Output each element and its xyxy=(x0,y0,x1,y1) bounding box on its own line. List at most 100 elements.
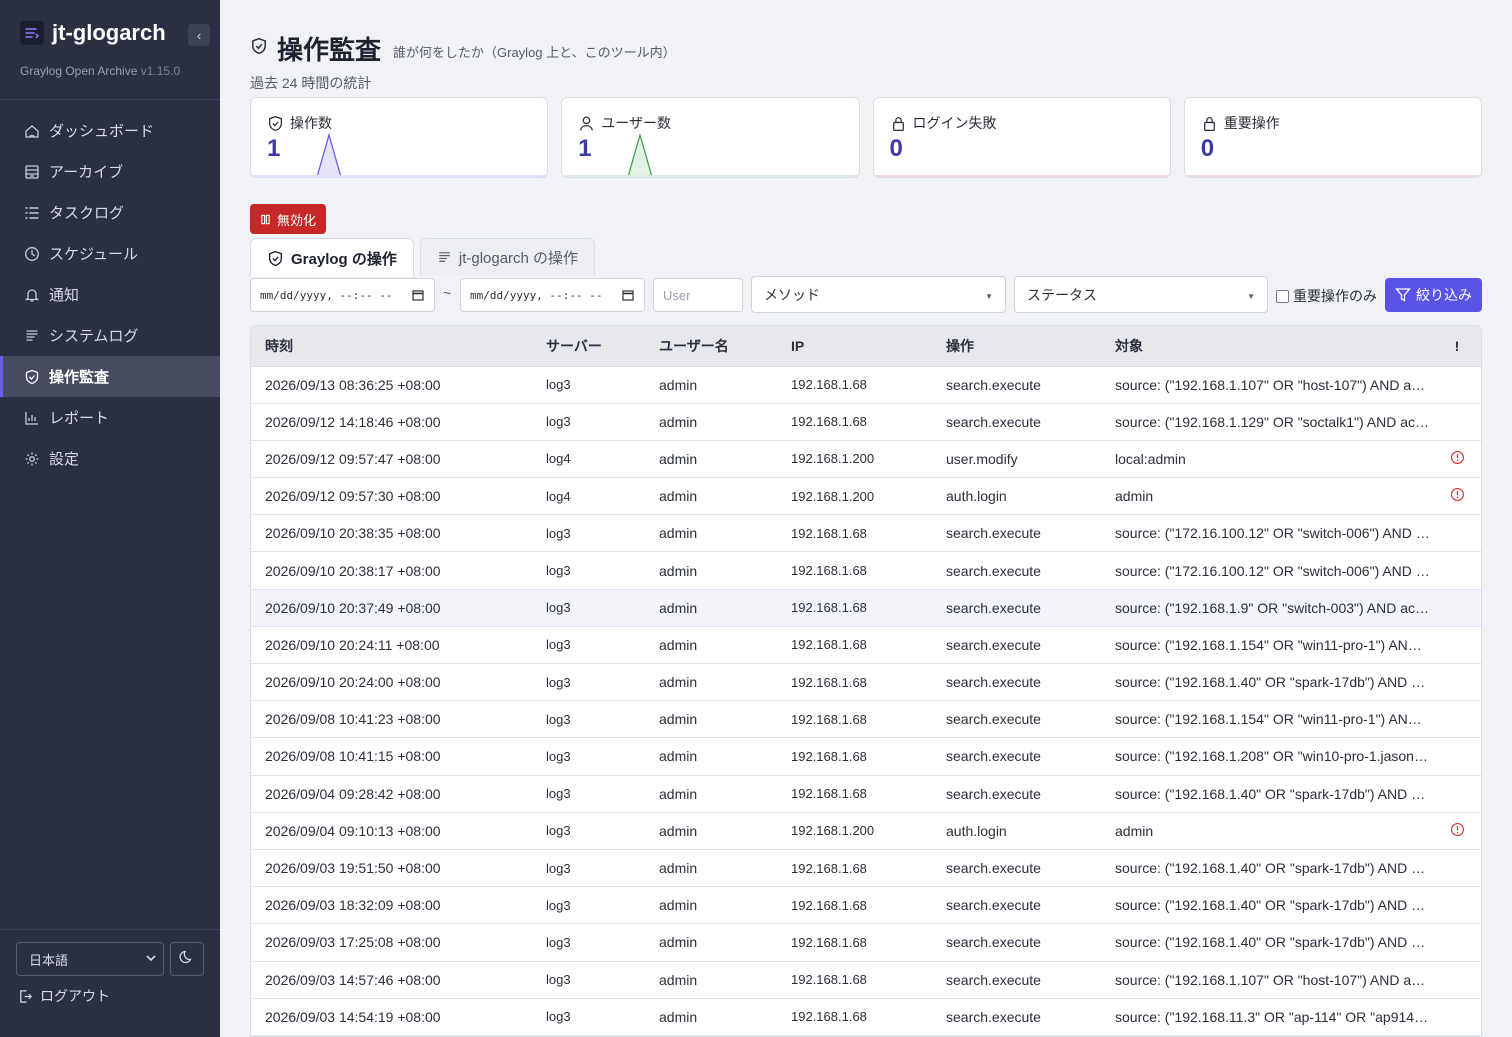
cell-time: 2026/09/12 09:57:47 +08:00 xyxy=(265,450,441,467)
important-only-checkbox[interactable]: 重要操作のみ xyxy=(1276,286,1377,306)
table-row[interactable]: 2026/09/03 14:57:46 +08:00 log3 admin 192.1… xyxy=(251,961,1481,999)
bell-icon xyxy=(24,287,40,303)
cell-time: 2026/09/10 20:24:00 +08:00 xyxy=(265,674,441,691)
tab-tool-operations[interactable]: jt-glogarch の操作 xyxy=(419,238,596,276)
sidebar-item-label: タスクログ xyxy=(49,205,125,222)
cell-important xyxy=(1431,366,1481,403)
cell-time: 2026/09/08 10:41:23 +08:00 xyxy=(265,711,441,728)
cell-user: admin xyxy=(659,525,698,542)
pause-icon xyxy=(260,214,271,225)
table-row[interactable]: 2026/09/03 14:54:19 +08:00 log3 admin 192.1… xyxy=(251,998,1481,1036)
cell-important xyxy=(1431,961,1481,998)
checkbox-box[interactable] xyxy=(1276,289,1289,303)
sidebar-item-task-log[interactable]: タスクログ xyxy=(0,192,220,233)
cell-operation: search.execute xyxy=(946,636,1041,653)
column-header-operation[interactable]: 操作 xyxy=(932,326,1101,367)
column-header-time[interactable]: 時刻 xyxy=(251,326,532,367)
method-select-value: メソッド xyxy=(764,286,820,303)
cell-target: admin xyxy=(1115,822,1154,839)
column-header-important[interactable]: ! xyxy=(1431,326,1481,367)
cell-important xyxy=(1431,478,1481,515)
table-row[interactable]: 2026/09/12 14:18:46 +08:00 log3 admin 192.1… xyxy=(251,403,1481,441)
sidebar-item-system-log[interactable]: システムログ xyxy=(0,315,220,356)
table-row[interactable]: 2026/09/08 10:41:15 +08:00 log3 admin 192.1… xyxy=(251,738,1481,776)
cell-important xyxy=(1431,998,1481,1035)
filter-button-label: 絞り込み xyxy=(1416,287,1472,303)
cell-important xyxy=(1431,887,1481,924)
table-row[interactable]: 2026/09/04 09:28:42 +08:00 log3 admin 192.1… xyxy=(251,775,1481,813)
cell-important xyxy=(1431,552,1481,589)
table-row[interactable]: 2026/09/10 20:38:35 +08:00 log3 admin 192.1… xyxy=(251,515,1481,552)
sidebar-item-archive[interactable]: アーカイブ xyxy=(0,151,220,192)
cell-ip: 192.168.1.68 xyxy=(791,711,867,727)
table-row[interactable]: 2026/09/13 08:36:25 +08:00 log3 admin 192.1… xyxy=(251,366,1481,404)
table-row[interactable]: 2026/09/10 20:38:17 +08:00 log3 admin 192.1… xyxy=(251,552,1481,590)
sidebar-item-label: 操作監査 xyxy=(49,369,110,386)
cell-time: 2026/09/03 18:32:09 +08:00 xyxy=(265,897,441,914)
cell-operation: search.execute xyxy=(946,674,1041,691)
sidebar-item-settings[interactable]: 設定 xyxy=(0,438,220,479)
table-row[interactable]: 2026/09/12 09:57:30 +08:00 log4 admin 192.1… xyxy=(251,478,1481,515)
stat-card-critical-ops: 重要操作 0 xyxy=(1183,97,1482,178)
status-select[interactable]: ステータス ▼ xyxy=(1014,276,1268,313)
table-row[interactable]: 2026/09/03 18:32:09 +08:00 log3 admin 192.1… xyxy=(251,887,1481,924)
cell-important xyxy=(1431,924,1481,961)
sidebar-item-dashboard[interactable]: ダッシュボード xyxy=(0,110,220,151)
tab-graylog-operations[interactable]: Graylog の操作 xyxy=(250,238,414,277)
table-row[interactable]: 2026/09/03 17:25:08 +08:00 log3 admin 192.1… xyxy=(251,924,1481,961)
cell-target: source: ("192.168.1.129" OR "soctalk1") … xyxy=(1115,413,1431,430)
method-select[interactable]: メソッド ▼ xyxy=(751,276,1006,313)
user-filter-input[interactable]: User xyxy=(653,278,743,312)
logout-link[interactable]: ログアウト xyxy=(18,986,110,1006)
table-row[interactable]: 2026/09/10 20:24:00 +08:00 log3 admin 192.1… xyxy=(251,664,1481,701)
cell-server: log3 xyxy=(546,637,571,653)
table-row[interactable]: 2026/09/04 09:10:13 +08:00 log3 admin 192.1… xyxy=(251,812,1481,850)
cell-important xyxy=(1431,664,1481,701)
stat-card-value: 0 xyxy=(889,135,903,162)
cell-user: admin xyxy=(659,376,698,393)
lock-icon xyxy=(1201,115,1218,132)
sidebar-item-audit[interactable]: 操作監査 xyxy=(0,356,220,397)
calendar-icon[interactable] xyxy=(412,289,424,304)
column-header-ip[interactable]: IP xyxy=(777,326,932,367)
cell-operation: search.execute xyxy=(946,785,1041,802)
cell-ip: 192.168.1.68 xyxy=(791,414,867,430)
filter-button[interactable]: 絞り込み xyxy=(1385,278,1482,312)
sidebar-collapse-button[interactable]: ‹ xyxy=(188,24,210,46)
sidebar-item-report[interactable]: レポート xyxy=(0,397,220,438)
cell-target: source: ("192.168.1.40" OR "spark-17db")… xyxy=(1115,897,1431,914)
column-header-server[interactable]: サーバー xyxy=(532,326,645,367)
cell-ip: 192.168.1.68 xyxy=(791,860,867,876)
cell-important xyxy=(1431,738,1481,775)
stat-card-label: 操作数 xyxy=(267,113,332,133)
language-select[interactable]: 日本語 xyxy=(16,942,164,976)
column-header-target[interactable]: 対象 xyxy=(1101,326,1431,367)
home-icon xyxy=(24,123,40,139)
theme-toggle-button[interactable] xyxy=(170,942,204,976)
cell-time: 2026/09/04 09:10:13 +08:00 xyxy=(265,822,441,839)
table-row[interactable]: 2026/09/10 20:24:11 +08:00 log3 admin 192.1… xyxy=(251,626,1481,664)
date-to-input[interactable]: mm/dd/yyyy, --:-- -- xyxy=(460,278,645,312)
date-from-input[interactable]: mm/dd/yyyy, --:-- -- xyxy=(250,278,435,312)
table-row[interactable]: 2026/09/08 10:41:23 +08:00 log3 admin 192.1… xyxy=(251,701,1481,738)
cell-server: log4 xyxy=(546,451,571,467)
calendar-icon[interactable] xyxy=(622,289,634,304)
table-row[interactable]: 2026/09/12 09:57:47 +08:00 log4 admin 192.1… xyxy=(251,440,1481,478)
table-row[interactable]: 2026/09/03 19:51:50 +08:00 log3 admin 192.1… xyxy=(251,849,1481,887)
disable-button[interactable]: 無効化 xyxy=(250,204,327,234)
cell-operation: search.execute xyxy=(946,860,1041,877)
cell-time: 2026/09/10 20:38:17 +08:00 xyxy=(265,562,441,579)
stat-card-label: ユーザー数 xyxy=(578,113,671,133)
lock-icon xyxy=(890,115,907,132)
brand[interactable]: jt-glogarch xyxy=(20,20,166,46)
table-row[interactable]: 2026/09/10 20:37:49 +08:00 log3 admin 192.1… xyxy=(251,589,1481,627)
cell-user: admin xyxy=(659,413,698,430)
cell-time: 2026/09/12 14:18:46 +08:00 xyxy=(265,413,441,430)
sidebar-item-schedule[interactable]: スケジュール xyxy=(0,233,220,274)
column-header-user[interactable]: ユーザー名 xyxy=(645,326,777,367)
sidebar-item-notifications[interactable]: 通知 xyxy=(0,274,220,315)
stat-card-label-text: 操作数 xyxy=(290,115,332,131)
cell-ip: 192.168.1.68 xyxy=(791,748,867,764)
cell-user: admin xyxy=(659,860,698,877)
app-logo-icon xyxy=(20,21,44,45)
